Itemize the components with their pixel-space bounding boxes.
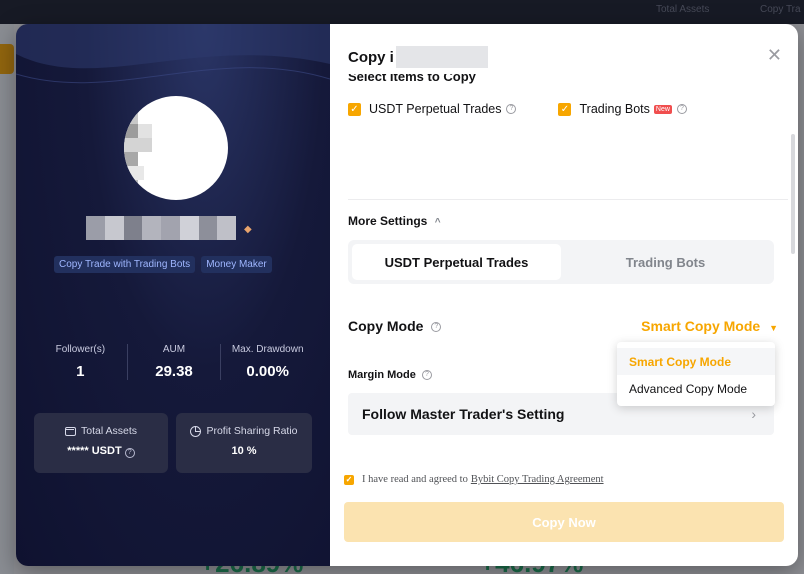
copy-mode-label-text: Copy Mode bbox=[348, 318, 424, 334]
copy-trade-modal: ◆ Copy Trade with Trading Bots Money Mak… bbox=[16, 24, 798, 566]
tag-money-maker: Money Maker bbox=[201, 256, 272, 273]
checkbox-label-bots: Trading Bots bbox=[579, 102, 650, 116]
total-assets-label: Total Assets bbox=[80, 425, 138, 437]
agreement-text: I have read and agreed to bbox=[362, 474, 468, 485]
margin-mode-label-text: Margin Mode bbox=[348, 369, 416, 381]
tab-usdt-perpetual[interactable]: USDT Perpetual Trades bbox=[352, 244, 561, 280]
wave-decoration bbox=[16, 24, 330, 84]
checkbox-label-usdt: USDT Perpetual Trades bbox=[369, 102, 502, 116]
trader-avatar bbox=[124, 96, 228, 200]
stat-max-drawdown: Max. Drawdown 0.00% bbox=[221, 344, 314, 380]
trader-name-redacted bbox=[395, 46, 488, 68]
copy-settings-panel: Copy i ✕ Select Items to Copy ✓ USDT Per… bbox=[330, 24, 798, 566]
copy-mode-selected: Smart Copy Mode bbox=[641, 318, 761, 334]
checkbox-usdt-perpetual[interactable]: ✓ bbox=[348, 102, 361, 116]
help-icon[interactable]: ? bbox=[506, 104, 517, 114]
agreement-checkbox[interactable]: ✓ bbox=[344, 474, 354, 485]
option-smart-copy-mode[interactable]: Smart Copy Mode bbox=[617, 348, 775, 375]
margin-mode-value: Follow Master Trader's Setting bbox=[362, 406, 565, 422]
wallet-icon bbox=[64, 426, 76, 436]
help-icon[interactable]: ? bbox=[124, 448, 135, 458]
product-tabs: USDT Perpetual Trades Trading Bots bbox=[348, 240, 774, 284]
stat-label: AUM bbox=[162, 344, 186, 355]
help-icon[interactable]: ? bbox=[421, 370, 432, 381]
scrollbar[interactable] bbox=[791, 134, 795, 254]
help-icon[interactable]: ? bbox=[431, 322, 442, 333]
stat-label: Max. Drawdown bbox=[231, 344, 304, 355]
margin-mode-label: Margin Mode ? bbox=[348, 369, 432, 381]
copy-mode-select[interactable]: Smart Copy Mode ▼ bbox=[641, 318, 778, 334]
stat-value: 1 bbox=[76, 363, 85, 380]
more-settings-toggle[interactable]: More Settings ^ bbox=[348, 214, 441, 228]
tag-copy-trade-bots: Copy Trade with Trading Bots bbox=[54, 256, 196, 273]
trader-stats: Follower(s) 1 AUM 29.38 Max. Drawdown 0.… bbox=[34, 344, 314, 380]
close-icon[interactable]: ✕ bbox=[767, 46, 782, 64]
profit-sharing-value: 10 % bbox=[231, 445, 257, 457]
trader-tags: Copy Trade with Trading Bots Money Maker bbox=[54, 256, 272, 273]
select-items-label: Select Items to Copy bbox=[348, 74, 476, 84]
profit-sharing-box: Profit Sharing Ratio 10 % bbox=[176, 413, 312, 473]
stat-followers: Follower(s) 1 bbox=[34, 344, 128, 380]
stat-label: Follower(s) bbox=[55, 344, 106, 355]
pie-chart-icon bbox=[190, 425, 202, 437]
agreement-link[interactable]: Bybit Copy Trading Agreement bbox=[471, 474, 604, 485]
stat-value: 0.00% bbox=[246, 363, 289, 380]
copy-mode-dropdown: Smart Copy Mode Advanced Copy Mode bbox=[617, 342, 775, 406]
profit-sharing-label: Profit Sharing Ratio bbox=[206, 425, 298, 437]
chevron-up-icon: ^ bbox=[434, 217, 441, 228]
dialog-title: Copy i bbox=[348, 46, 488, 68]
caret-down-icon: ▼ bbox=[769, 323, 778, 333]
section-divider bbox=[348, 199, 788, 200]
total-assets-box: Total Assets ***** USDT ? bbox=[34, 413, 168, 473]
chevron-right-icon: › bbox=[751, 406, 756, 422]
copy-mode-label: Copy Mode ? bbox=[348, 318, 442, 334]
new-badge: New bbox=[653, 104, 672, 114]
copy-items-checkboxes: ✓ USDT Perpetual Trades ? ✓ Trading Bots… bbox=[348, 102, 687, 116]
select-items-heading: Select Items to Copy bbox=[348, 74, 548, 84]
trader-name-redacted bbox=[86, 216, 236, 240]
dialog-title-text: Copy i bbox=[348, 48, 394, 66]
total-assets-value: ***** USDT bbox=[67, 445, 122, 457]
stat-aum: AUM 29.38 bbox=[128, 344, 222, 380]
more-settings-label: More Settings bbox=[348, 214, 428, 228]
trader-level-icon: ◆ bbox=[244, 224, 252, 235]
tab-trading-bots[interactable]: Trading Bots bbox=[561, 244, 770, 280]
help-icon[interactable]: ? bbox=[676, 104, 687, 114]
copy-now-button[interactable]: Copy Now bbox=[344, 502, 784, 542]
checkbox-trading-bots[interactable]: ✓ bbox=[558, 102, 572, 116]
stat-value: 29.38 bbox=[155, 363, 193, 380]
agreement-row: ✓ I have read and agreed to Bybit Copy T… bbox=[344, 474, 604, 485]
trader-profile-panel: ◆ Copy Trade with Trading Bots Money Mak… bbox=[16, 24, 330, 566]
option-advanced-copy-mode[interactable]: Advanced Copy Mode bbox=[617, 375, 775, 402]
